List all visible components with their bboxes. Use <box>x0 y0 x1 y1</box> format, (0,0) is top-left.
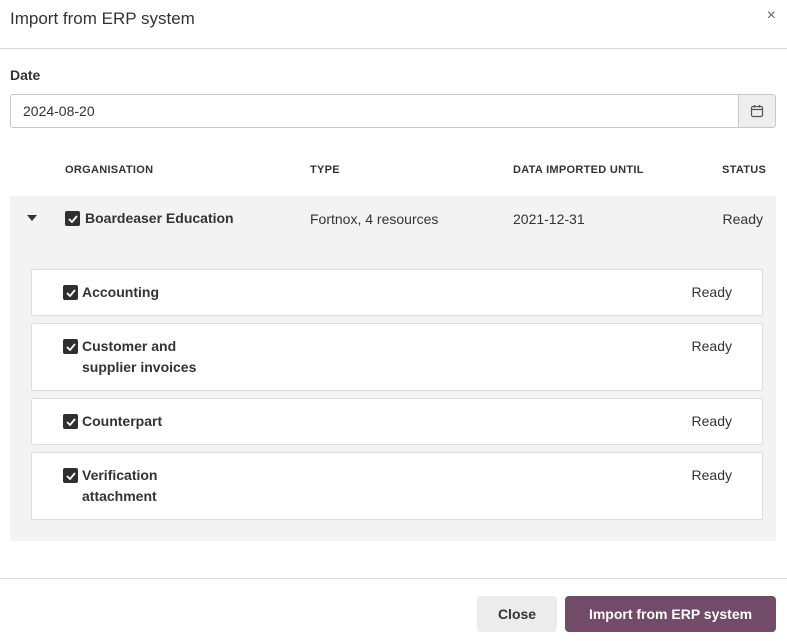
resource-checkbox[interactable] <box>63 414 78 429</box>
date-label: Date <box>10 67 41 83</box>
resource-checkbox[interactable] <box>63 339 78 354</box>
resource-label: Verification attachment <box>82 467 158 504</box>
resource-label: Counterpart <box>82 413 163 429</box>
resource-checkbox[interactable] <box>63 468 78 483</box>
resource-card-accounting: Accounting Ready <box>31 269 763 316</box>
resource-card-counterpart: Counterpart Ready <box>31 398 763 445</box>
resource-label: Accounting <box>82 284 159 300</box>
date-input[interactable] <box>11 95 738 127</box>
dialog-header: Import from ERP system × <box>0 0 787 49</box>
column-header-type: TYPE <box>310 164 340 176</box>
organisation-name: Boardeaser Education <box>85 210 234 226</box>
check-icon <box>65 417 76 426</box>
organisation-status: Ready <box>722 211 763 227</box>
column-header-organisation: ORGANISATION <box>65 164 154 176</box>
check-icon <box>65 471 76 480</box>
organisation-row: Boardeaser Education Fortnox, 4 resource… <box>10 196 776 242</box>
close-icon[interactable]: × <box>767 7 776 25</box>
date-field <box>10 94 776 128</box>
resource-checkbox[interactable] <box>63 285 78 300</box>
dialog-footer: Close Import from ERP system <box>0 578 787 641</box>
caret-down-icon[interactable] <box>27 215 37 221</box>
resource-card-verification: Verification attachment Ready <box>31 452 763 520</box>
check-icon <box>65 342 76 351</box>
organisation-type: Fortnox, 4 resources <box>310 211 439 227</box>
resources-panel: Accounting Ready Customer and supplier i… <box>10 242 776 541</box>
column-header-imported-until: DATA IMPORTED UNTIL <box>513 164 644 176</box>
check-icon <box>67 214 78 223</box>
calendar-icon <box>750 105 764 118</box>
calendar-button[interactable] <box>738 95 775 127</box>
check-icon <box>65 288 76 297</box>
resource-status: Ready <box>691 413 732 429</box>
dialog-title: Import from ERP system <box>10 9 195 28</box>
column-header-status: STATUS <box>722 164 767 176</box>
resource-status: Ready <box>691 467 732 483</box>
organisation-checkbox[interactable] <box>65 211 80 226</box>
resource-status: Ready <box>691 338 732 354</box>
resource-label: Customer and supplier invoices <box>82 338 197 375</box>
organisation-imported-until: 2021-12-31 <box>513 211 585 227</box>
close-button[interactable]: Close <box>477 596 557 632</box>
import-button[interactable]: Import from ERP system <box>565 596 776 632</box>
resource-status: Ready <box>691 284 732 300</box>
resource-card-invoices: Customer and supplier invoices Ready <box>31 323 763 391</box>
